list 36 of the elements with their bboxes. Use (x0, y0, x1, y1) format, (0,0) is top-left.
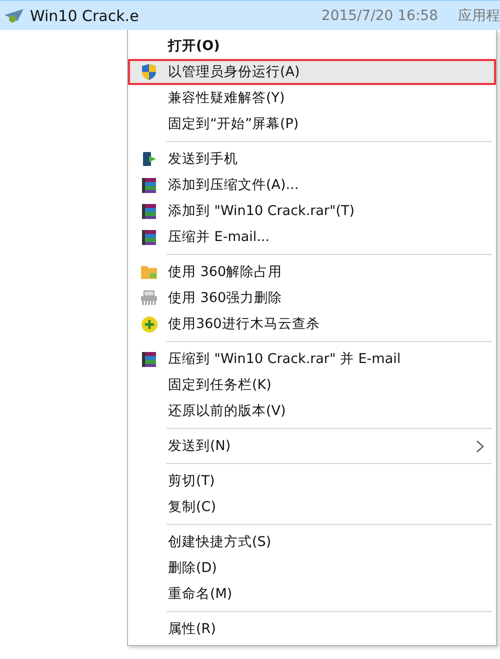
file-date: 2015/7/20 16:58 (321, 8, 438, 24)
menu-item[interactable]: 复制(C) (128, 494, 496, 520)
books-icon (141, 202, 157, 220)
menu-item[interactable]: 使用 360解除占用 (128, 259, 496, 285)
menu-item[interactable]: 使用360进行木马云查杀 (128, 311, 496, 337)
chevron-right-icon (476, 440, 484, 452)
menu-item[interactable]: 固定到“开始”屏幕(P) (128, 111, 496, 137)
books-icon (141, 350, 157, 368)
menu-item[interactable]: 压缩并 E-mail... (128, 224, 496, 250)
shield-icon (141, 63, 157, 81)
phone-icon (141, 151, 157, 167)
menu-item[interactable]: 添加到压缩文件(A)... (128, 172, 496, 198)
menu-item[interactable]: 创建快捷方式(S) (128, 529, 496, 555)
file-type: 应用程 (458, 6, 500, 24)
menu-item[interactable]: 还原以前的版本(V) (128, 398, 496, 424)
menu-item[interactable]: 使用 360强力删除 (128, 285, 496, 311)
folder-icon (140, 264, 158, 280)
menu-item[interactable]: 兼容性疑难解答(Y) (128, 85, 496, 111)
file-row[interactable]: Win10 Crack.e 2015/7/20 16:58 应用程 (0, 0, 500, 30)
menu-item[interactable]: 压缩到 "Win10 Crack.rar" 并 E-mail (128, 346, 496, 372)
menu-item[interactable]: 添加到 "Win10 Crack.rar"(T) (128, 198, 496, 224)
program-icon (4, 8, 24, 22)
menu-item[interactable]: 剪切(T) (128, 468, 496, 494)
books-icon (141, 228, 157, 246)
plus-icon (140, 316, 158, 332)
menu-item[interactable]: 属性(R) (128, 616, 496, 642)
menu-item[interactable]: 重命名(M) (128, 581, 496, 607)
menu-item[interactable]: 以管理员身份运行(A) (128, 59, 496, 85)
menu-item[interactable]: 固定到任务栏(K) (128, 372, 496, 398)
shredder-icon (140, 290, 158, 306)
file-name: Win10 Crack.e (30, 6, 140, 24)
menu-item[interactable]: 删除(D) (128, 555, 496, 581)
menu-item[interactable]: 发送到手机 (128, 146, 496, 172)
menu-item[interactable]: 打开(O) (128, 33, 496, 59)
menu-item[interactable]: 发送到(N) (128, 433, 496, 459)
books-icon (141, 176, 157, 194)
